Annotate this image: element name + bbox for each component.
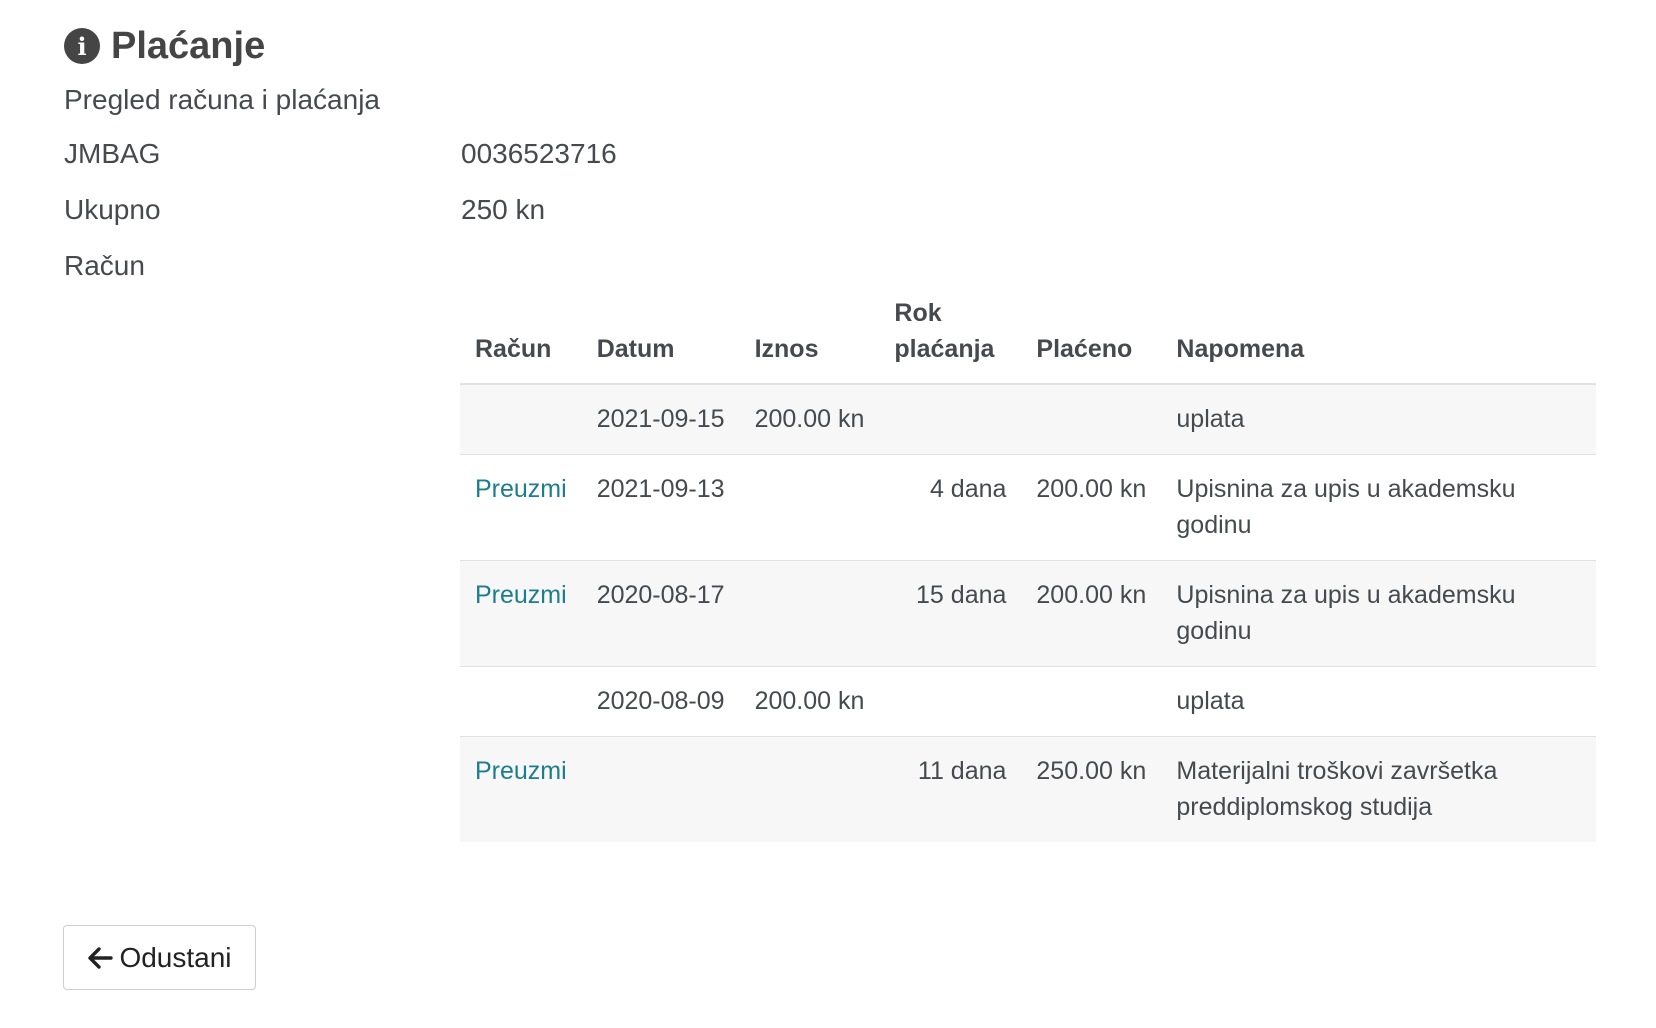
cell-due: 15 dana bbox=[879, 560, 1022, 667]
column-header-invoice: Račun bbox=[460, 295, 582, 385]
cancel-button-label: Odustani bbox=[119, 941, 232, 973]
cell-due bbox=[879, 666, 1022, 737]
info-circle-icon: i bbox=[64, 28, 100, 64]
page-title: i Plaćanje bbox=[64, 22, 1614, 70]
column-header-date: Datum bbox=[581, 295, 740, 385]
cell-invoice: Preuzmi bbox=[460, 454, 582, 561]
cell-date: 2020-08-09 bbox=[581, 666, 740, 737]
total-value: 250 kn bbox=[461, 194, 546, 225]
table-row: Preuzmi 2021-09-13 4 dana 200.00 kn Upis… bbox=[460, 454, 1596, 561]
page-title-text: Plaćanje bbox=[111, 24, 266, 67]
payments-table: Račun Datum Iznos Rok plaćanja Plaćeno N… bbox=[460, 295, 1596, 842]
cell-note: uplata bbox=[1161, 666, 1596, 737]
cell-paid: 250.00 kn bbox=[1021, 736, 1162, 842]
cell-invoice: Preuzmi bbox=[460, 560, 582, 667]
arrow-left-icon bbox=[87, 946, 114, 970]
download-invoice-link[interactable]: Preuzmi bbox=[475, 581, 567, 609]
cell-note: Upisnina za upis u akademsku godinu bbox=[1161, 454, 1596, 561]
cell-note: uplata bbox=[1161, 384, 1596, 455]
cancel-button[interactable]: Odustani bbox=[63, 925, 256, 990]
cell-note: Upisnina za upis u akademsku godinu bbox=[1161, 560, 1596, 667]
jmbag-value: 0036523716 bbox=[461, 138, 617, 169]
invoice-label: Račun bbox=[64, 250, 145, 281]
cell-paid: 200.00 kn bbox=[1021, 560, 1162, 667]
payment-page: i Plaćanje Pregled računa i plaćanja JMB… bbox=[64, 22, 1614, 294]
download-invoice-link[interactable]: Preuzmi bbox=[475, 757, 567, 785]
total-label: Ukupno bbox=[64, 194, 161, 225]
cell-amount bbox=[739, 454, 880, 561]
cell-amount: 200.00 kn bbox=[739, 666, 880, 737]
table-row: Preuzmi 11 dana 250.00 kn Materijalni tr… bbox=[460, 736, 1596, 842]
table-row: 2021-09-15 200.00 kn uplata bbox=[460, 384, 1596, 455]
column-header-paid: Plaćeno bbox=[1021, 295, 1162, 385]
cell-invoice: Preuzmi bbox=[460, 736, 582, 842]
cell-paid: 200.00 kn bbox=[1021, 454, 1162, 561]
invoice-row: Račun bbox=[64, 238, 1614, 294]
jmbag-label: JMBAG bbox=[64, 138, 161, 169]
cell-note: Materijalni troškovi završetka preddiplo… bbox=[1161, 736, 1596, 842]
table-row: Preuzmi 2020-08-17 15 dana 200.00 kn Upi… bbox=[460, 560, 1596, 667]
cell-invoice bbox=[460, 666, 582, 737]
column-header-due: Rok plaćanja bbox=[879, 295, 1022, 385]
cell-paid bbox=[1021, 666, 1162, 737]
column-header-note: Napomena bbox=[1161, 295, 1596, 385]
page-subtitle: Pregled računa i plaćanja bbox=[64, 84, 380, 115]
cell-amount bbox=[739, 560, 880, 667]
cell-amount: 200.00 kn bbox=[739, 384, 880, 455]
cell-date: 2021-09-15 bbox=[581, 384, 740, 455]
table-row: 2020-08-09 200.00 kn uplata bbox=[460, 666, 1596, 737]
cell-due bbox=[879, 384, 1022, 455]
total-row: Ukupno 250 kn bbox=[64, 182, 1614, 238]
cell-due: 4 dana bbox=[879, 454, 1022, 561]
cell-paid bbox=[1021, 384, 1162, 455]
cell-date: 2020-08-17 bbox=[581, 560, 740, 667]
info-fields: JMBAG 0036523716 Ukupno 250 kn Račun bbox=[64, 126, 1614, 294]
download-invoice-link[interactable]: Preuzmi bbox=[475, 475, 567, 503]
cell-amount bbox=[739, 736, 880, 842]
cell-date: 2021-09-13 bbox=[581, 454, 740, 561]
table-header-row: Račun Datum Iznos Rok plaćanja Plaćeno N… bbox=[460, 295, 1596, 385]
jmbag-row: JMBAG 0036523716 bbox=[64, 126, 1614, 182]
cell-date bbox=[581, 736, 740, 842]
column-header-amount: Iznos bbox=[739, 295, 880, 385]
cell-invoice bbox=[460, 384, 582, 455]
cell-due: 11 dana bbox=[879, 736, 1022, 842]
